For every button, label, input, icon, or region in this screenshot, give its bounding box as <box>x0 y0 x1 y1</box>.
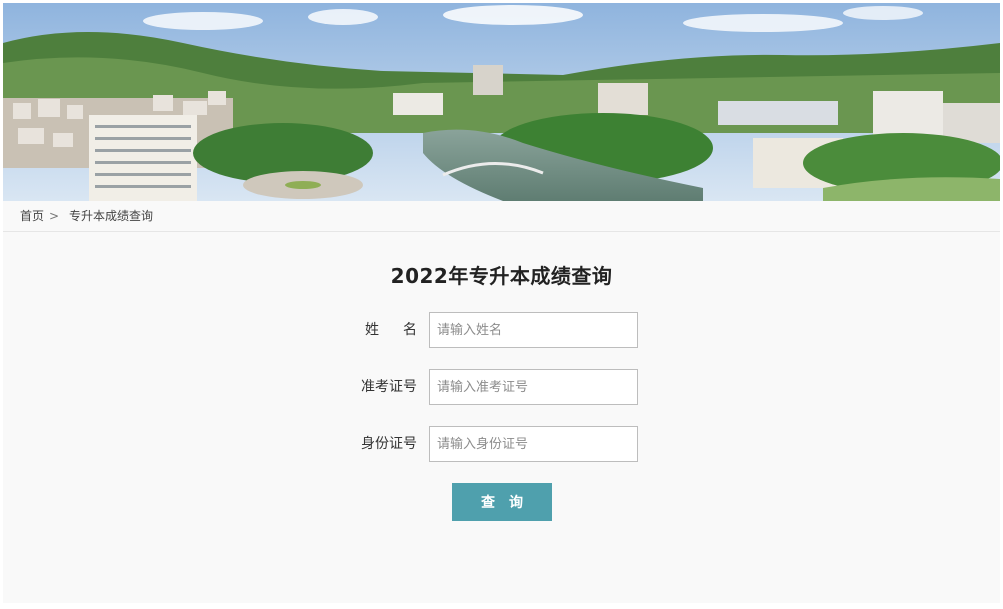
breadcrumb-current-page: 专升本成绩查询 <box>69 209 154 223</box>
exam-number-input[interactable] <box>429 369 638 405</box>
breadcrumb: 首页 > 专升本成绩查询 <box>3 201 1000 232</box>
id-number-field-label: 身份证号 <box>361 436 417 452</box>
campus-landscape-illustration <box>3 3 1000 201</box>
name-field-row: 姓名 <box>343 312 663 348</box>
breadcrumb-home-link[interactable]: 首页 <box>20 201 44 231</box>
name-input[interactable] <box>429 312 638 348</box>
page-title: 2022年专升本成绩查询 <box>390 264 613 288</box>
score-query-page: 首页 > 专升本成绩查询 2022年专升本成绩查询 姓名 准考证号 身份证号 查… <box>0 0 1003 609</box>
exam-number-field-row: 准考证号 <box>343 369 663 405</box>
breadcrumb-separator: > <box>49 209 60 223</box>
query-submit-button[interactable]: 查询 <box>452 483 552 521</box>
campus-banner-image <box>3 3 1000 201</box>
query-form-panel: 2022年专升本成绩查询 姓名 准考证号 身份证号 查询 <box>3 232 1000 603</box>
exam-number-field-label: 准考证号 <box>361 379 417 395</box>
id-number-input[interactable] <box>429 426 638 462</box>
id-number-field-row: 身份证号 <box>343 426 663 462</box>
